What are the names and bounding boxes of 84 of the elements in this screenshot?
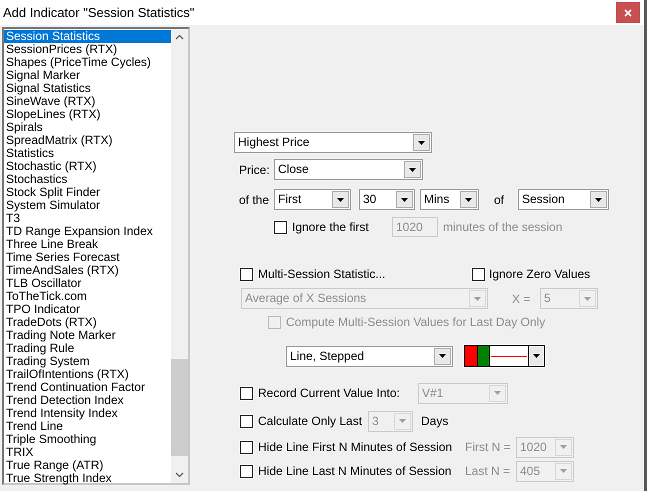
caret-icon [465, 198, 472, 202]
close-button[interactable] [616, 2, 640, 23]
checkbox[interactable] [240, 386, 253, 400]
caret-icon [409, 168, 416, 172]
list-item[interactable]: Stochastic (RTX) [4, 160, 171, 173]
caret-icon [494, 391, 501, 395]
list-item[interactable]: TRIX [4, 446, 171, 459]
list-item[interactable]: Trend Line [4, 420, 171, 433]
list-item[interactable]: Shapes (PriceTime Cycles) [4, 56, 171, 69]
list-item[interactable]: Statistics [4, 147, 171, 160]
of-label: of [494, 192, 506, 208]
caret-icon [560, 445, 567, 449]
caret-icon [474, 296, 481, 300]
period-dropdown[interactable]: Session [518, 189, 609, 210]
days-label: Days [421, 413, 448, 430]
ignore-zero-label: Ignore Zero Values [489, 266, 590, 283]
list-item[interactable]: Trading Note Marker [4, 329, 171, 342]
list-item[interactable]: Stock Split Finder [4, 186, 171, 199]
list-item[interactable]: TimeAndSales (RTX) [4, 264, 171, 277]
of-the-label: of the [239, 192, 270, 208]
multi-session-label: Multi-Session Statistic... [258, 266, 386, 283]
list-item[interactable]: SineWave (RTX) [4, 95, 171, 108]
caret-icon [533, 354, 540, 358]
price-dropdown[interactable]: Close [274, 159, 423, 180]
list-item[interactable]: TD Range Expansion Index [4, 225, 171, 238]
position-dropdown[interactable]: First [274, 189, 351, 210]
ignore-first-label: Ignore the first [292, 219, 370, 236]
list-item[interactable]: True Range (ATR) [4, 459, 171, 472]
close-icon [624, 8, 632, 16]
list-item[interactable]: Three Line Break [4, 238, 171, 251]
caret-icon [337, 198, 344, 202]
option-label: Hide Line Last N Minutes of Session [258, 463, 452, 480]
list-item[interactable]: T3 [4, 212, 171, 225]
price-label: Price: [239, 162, 271, 178]
list-item[interactable]: SpreadMatrix (RTX) [4, 134, 171, 147]
option-label: Record Current Value Into: [258, 385, 401, 402]
line-style-dropdown[interactable]: Line, Stepped [286, 346, 453, 366]
list-item[interactable]: Trend Intensity Index [4, 407, 171, 420]
n-label: First N = [465, 439, 512, 456]
statistic-dropdown[interactable]: Highest Price [234, 132, 432, 153]
n-label: Last N = [465, 463, 512, 480]
list-item[interactable]: Triple Smoothing [4, 433, 171, 446]
caret-icon [584, 296, 591, 300]
list-item[interactable]: TrailOfIntentions (RTX) [4, 368, 171, 381]
count-dropdown[interactable]: 30 [359, 189, 415, 210]
unit-dropdown[interactable]: Mins [420, 189, 479, 210]
list-item[interactable]: Trading Rule [4, 342, 171, 355]
x-label: X = [512, 290, 532, 308]
window-title: Add Indicator "Session Statistics" [2, 4, 194, 22]
caret-icon [595, 198, 602, 202]
color-picker[interactable] [464, 345, 545, 367]
minutes-label: minutes of the session [443, 219, 562, 236]
list-item[interactable]: ToTheTick.com [4, 290, 171, 303]
scroll-thumb[interactable] [171, 359, 188, 456]
caret-icon [560, 469, 567, 473]
last-day-label: Compute Multi-Session Values for Last Day Only [286, 314, 546, 331]
list-item[interactable]: Trend Continuation Factor [4, 381, 171, 394]
scrollbar[interactable] [171, 29, 188, 483]
list-item[interactable]: True Strength Index [4, 472, 171, 485]
list-item[interactable]: SlopeLines (RTX) [4, 108, 171, 121]
checkbox[interactable] [240, 268, 253, 280]
list-item[interactable]: System Simulator [4, 199, 171, 212]
checkbox[interactable] [240, 464, 253, 478]
list-item[interactable]: TPO Indicator [4, 303, 171, 316]
list-item[interactable]: TradeDots (RTX) [4, 316, 171, 329]
checkbox[interactable] [240, 440, 253, 454]
list-item[interactable]: SessionPrices (RTX) [4, 43, 171, 56]
list-item[interactable]: Signal Statistics [4, 82, 171, 95]
list-item[interactable]: Stochastics [4, 173, 171, 186]
list-item[interactable]: Session Statistics [4, 30, 171, 43]
list-item[interactable]: TLB Oscillator [4, 277, 171, 290]
caret-icon [439, 354, 446, 358]
option-label: Hide Line First N Minutes of Session [258, 439, 454, 456]
option-label: Calculate Only Last [258, 413, 364, 430]
list-item[interactable]: Signal Marker [4, 69, 171, 82]
caret-icon [399, 419, 406, 423]
list-item[interactable]: Time Series Forecast [4, 251, 171, 264]
checkbox[interactable] [472, 268, 485, 280]
list-item[interactable]: Trend Detection Index [4, 394, 171, 407]
checkbox[interactable] [240, 414, 253, 428]
list-item[interactable]: Spirals [4, 121, 171, 134]
caret-icon [401, 198, 408, 202]
list-item[interactable]: Trading System [4, 355, 171, 368]
caret-icon [418, 140, 425, 144]
